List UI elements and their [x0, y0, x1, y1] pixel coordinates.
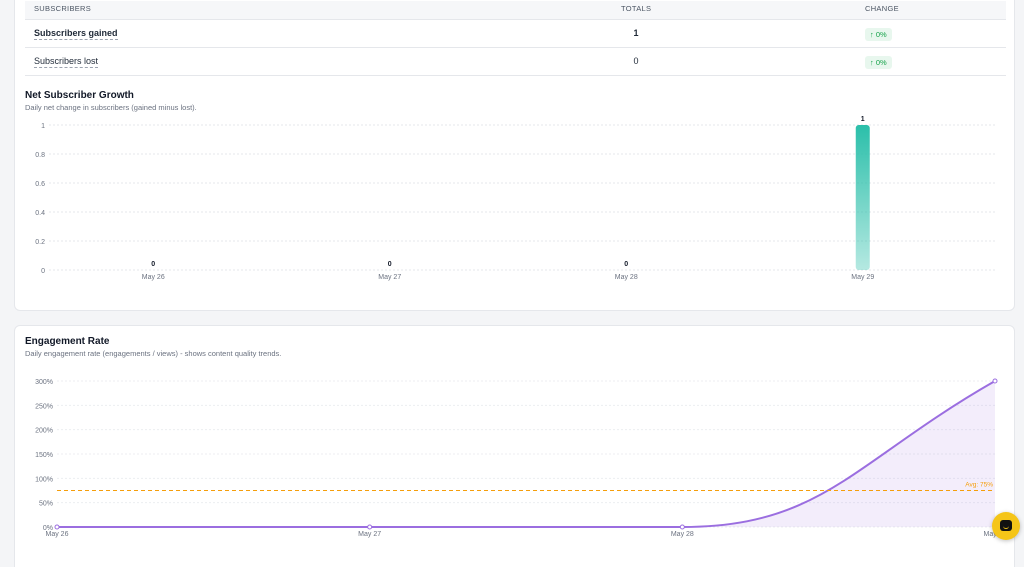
subscribers-gained-label[interactable]: Subscribers gained [34, 28, 118, 40]
y-tick-label: 0.4 [35, 210, 45, 217]
net-growth-subtitle: Daily net change in subscribers (gained … [25, 103, 197, 112]
y-tick-label: 250% [35, 403, 53, 410]
y-tick-label: 100% [35, 476, 53, 483]
header-totals: TOTALS [621, 4, 652, 13]
y-tick-label: 50% [39, 501, 53, 508]
subscribers-lost-label[interactable]: Subscribers lost [34, 56, 99, 68]
data-point [992, 378, 998, 384]
x-tick-label: May 28 [671, 531, 694, 538]
header-subscribers: SUBSCRIBERS [34, 4, 92, 13]
change-badge: ↑ 0% [865, 28, 892, 41]
change-badge: ↑ 0% [865, 56, 892, 69]
chat-launcher-button[interactable] [992, 512, 1020, 540]
average-label: Avg: 75% [965, 482, 993, 489]
bar-value-label: 1 [861, 116, 865, 123]
engagement-subtitle: Daily engagement rate (engagements / vie… [25, 349, 282, 358]
x-tick-label: May 29 [851, 274, 874, 281]
table-row: Subscribers gained 1 ↑ 0% [25, 20, 1006, 48]
data-point [54, 524, 60, 530]
y-tick-label: 0.8 [35, 152, 45, 159]
data-point [367, 524, 373, 530]
x-tick-label: May 27 [358, 531, 381, 538]
engagement-title: Engagement Rate [25, 336, 110, 347]
y-tick-label: 0.6 [35, 181, 45, 188]
y-tick-label: 150% [35, 452, 53, 459]
y-tick-label: 0.2 [35, 239, 45, 246]
subscribers-card: SUBSCRIBERS TOTALS CHANGE Subscribers ga… [14, 0, 1015, 311]
bar-value-label: 0 [151, 261, 155, 268]
engagement-chart: 0%50%100%150%200%250%300%Avg: 75%May 26 M… [35, 378, 1007, 538]
net-growth-chart: 0 0.2 0.4 0.6 0.8 1 0 May 26 0 May 27 0 May 28 1 May … [35, 116, 995, 281]
arrow-up-icon: ↑ [870, 58, 874, 67]
engagement-card: Engagement Rate Daily engagement rate (e… [14, 325, 1015, 567]
chat-icon [1000, 520, 1012, 531]
subscribers-lost-total: 0 [633, 56, 639, 66]
net-growth-title: Net Subscriber Growth [25, 90, 134, 101]
x-tick-label: May 27 [378, 274, 401, 281]
subscribers-gained-total: 1 [633, 28, 639, 38]
y-tick-label: 300% [35, 379, 53, 386]
change-value: 0% [875, 30, 887, 39]
x-tick-label: May 28 [615, 274, 638, 281]
bar-value-label: 0 [624, 261, 628, 268]
data-point [679, 524, 685, 530]
header-change: CHANGE [865, 4, 899, 13]
y-tick-label: 1 [41, 123, 45, 130]
x-tick-label: May 26 [142, 274, 165, 281]
bar [855, 125, 870, 270]
y-tick-label: 200% [35, 428, 53, 435]
x-tick-label: May 26 [46, 531, 69, 538]
table-row: Subscribers lost 0 ↑ 0% [25, 48, 1006, 76]
arrow-up-icon: ↑ [870, 30, 874, 39]
y-tick-label: 0 [41, 268, 45, 275]
change-value: 0% [875, 58, 887, 67]
table-header: SUBSCRIBERS TOTALS CHANGE [25, 1, 1006, 20]
bar-value-label: 0 [388, 261, 392, 268]
